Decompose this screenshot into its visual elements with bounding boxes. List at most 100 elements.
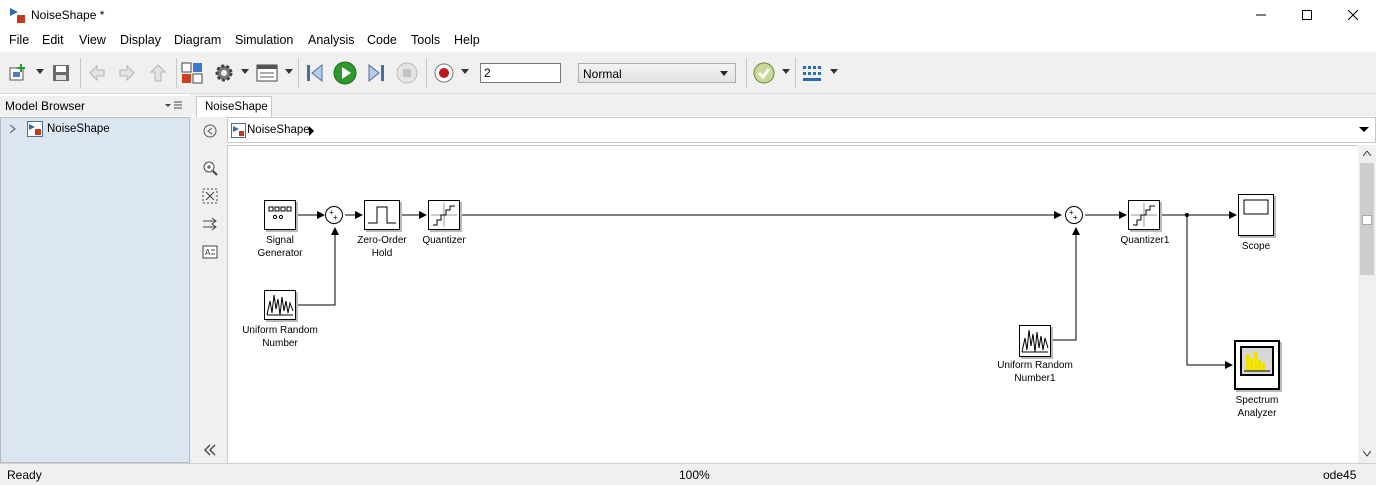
quantizer-block[interactable] bbox=[428, 200, 460, 230]
spectrum-analyzer-block[interactable] bbox=[1234, 340, 1280, 390]
browser-options-icon[interactable] bbox=[165, 101, 183, 111]
model-browser-panel: NoiseShape bbox=[0, 117, 190, 463]
record-dropdown[interactable] bbox=[461, 69, 469, 74]
save-button[interactable] bbox=[49, 61, 73, 85]
tab-noiseshape[interactable]: NoiseShape bbox=[196, 96, 272, 117]
quantizer1-block[interactable] bbox=[1128, 200, 1160, 230]
window-title: NoiseShape * bbox=[31, 8, 105, 22]
collapse-icon[interactable] bbox=[202, 442, 218, 458]
model-browser-title: Model Browser bbox=[5, 99, 86, 113]
back-icon bbox=[89, 64, 105, 82]
solver-name[interactable]: ode45 bbox=[1323, 468, 1356, 482]
quantizer1-label: Quantizer1 bbox=[1120, 235, 1170, 246]
breadcrumb-model[interactable]: NoiseShape bbox=[247, 124, 310, 136]
scroll-down-icon[interactable] bbox=[1363, 451, 1371, 457]
stop-time-input[interactable] bbox=[480, 63, 561, 83]
annotation-icon[interactable]: A bbox=[202, 244, 218, 260]
menu-code[interactable]: Code bbox=[367, 33, 397, 47]
zoh-icon bbox=[368, 206, 396, 224]
menu-diagram[interactable]: Diagram bbox=[174, 33, 221, 47]
spectrum-icon bbox=[1240, 346, 1274, 376]
forward-icon bbox=[119, 64, 135, 82]
signal-lines bbox=[296, 211, 1237, 369]
scope-label: Scope bbox=[1241, 241, 1271, 252]
build-icon bbox=[803, 66, 821, 81]
quantizer-label: Quantizer bbox=[422, 235, 466, 246]
chevron-down-icon bbox=[720, 71, 728, 76]
check-dropdown[interactable] bbox=[782, 69, 790, 74]
model-explorer-dropdown[interactable] bbox=[285, 69, 293, 74]
menu-edit[interactable]: Edit bbox=[42, 33, 64, 47]
step-forward-button[interactable] bbox=[364, 61, 388, 85]
back-button[interactable] bbox=[85, 61, 109, 85]
library-browser-icon bbox=[181, 62, 203, 84]
chevron-right-icon[interactable] bbox=[9, 124, 17, 134]
sum-block[interactable]: + + bbox=[325, 206, 343, 224]
address-bar: NoiseShape bbox=[227, 117, 1376, 143]
library-browser-button[interactable] bbox=[180, 61, 204, 85]
signal-routing-icon[interactable] bbox=[202, 216, 218, 232]
noise-icon bbox=[266, 294, 294, 316]
menu-bar: File Edit View Display Diagram Simulatio… bbox=[0, 30, 1376, 52]
build-button[interactable] bbox=[800, 61, 824, 85]
check-button[interactable] bbox=[752, 61, 776, 85]
model-explorer-button[interactable] bbox=[255, 61, 279, 85]
title-bar: NoiseShape * bbox=[0, 0, 1376, 30]
zero-order-hold-block[interactable] bbox=[364, 200, 400, 230]
status-text: Ready bbox=[7, 468, 42, 482]
menu-view[interactable]: View bbox=[79, 33, 106, 47]
status-bar: Ready 100% ode45 bbox=[0, 463, 1376, 485]
scope-block[interactable] bbox=[1238, 194, 1274, 236]
zoom-level: 100% bbox=[679, 468, 710, 482]
sum-block-2[interactable]: + + bbox=[1065, 206, 1083, 224]
zoom-icon[interactable] bbox=[202, 160, 218, 176]
uniform-random1-block[interactable] bbox=[1019, 325, 1051, 357]
simulation-mode-select[interactable]: Normal bbox=[578, 63, 736, 83]
record-button[interactable] bbox=[432, 61, 456, 85]
canvas-toolbar: A bbox=[190, 117, 227, 463]
menu-tools[interactable]: Tools bbox=[411, 33, 440, 47]
scroll-up-icon[interactable] bbox=[1363, 151, 1371, 157]
noise-icon bbox=[1021, 329, 1049, 353]
menu-file[interactable]: File bbox=[9, 33, 29, 47]
minimize-button[interactable] bbox=[1238, 0, 1284, 30]
simulation-mode-value: Normal bbox=[583, 67, 622, 81]
stop-button[interactable] bbox=[395, 61, 419, 85]
record-icon bbox=[434, 63, 454, 83]
simulink-app-icon bbox=[10, 8, 25, 23]
breadcrumb-arrow-icon bbox=[309, 126, 314, 136]
tree-item-noiseshape[interactable]: NoiseShape bbox=[9, 121, 110, 137]
forward-button[interactable] bbox=[115, 61, 139, 85]
build-dropdown[interactable] bbox=[830, 69, 838, 74]
up-button[interactable] bbox=[146, 61, 170, 85]
fit-to-view-icon[interactable] bbox=[202, 188, 218, 204]
diagram-canvas[interactable]: Signal Generator Uniform Random Number +… bbox=[227, 145, 1358, 463]
maximize-button[interactable] bbox=[1284, 0, 1330, 30]
run-button[interactable] bbox=[333, 61, 357, 85]
new-model-dropdown[interactable] bbox=[36, 69, 44, 74]
menu-help[interactable]: Help bbox=[454, 33, 480, 47]
uniform-random-label: Uniform Random Number bbox=[242, 325, 318, 349]
scope-icon bbox=[1243, 199, 1269, 215]
uniform-random-block[interactable] bbox=[264, 290, 296, 320]
menu-display[interactable]: Display bbox=[120, 33, 161, 47]
hide-browser-icon[interactable] bbox=[202, 123, 218, 139]
gear-icon bbox=[215, 64, 233, 82]
menu-simulation[interactable]: Simulation bbox=[235, 33, 293, 47]
chevron-down-icon[interactable] bbox=[1359, 126, 1369, 134]
scroll-marker bbox=[1362, 215, 1372, 225]
staircase-icon bbox=[431, 203, 457, 227]
close-icon bbox=[1347, 9, 1359, 21]
model-config-dropdown[interactable] bbox=[241, 69, 249, 74]
vertical-scrollbar[interactable] bbox=[1358, 145, 1376, 463]
new-model-button[interactable] bbox=[6, 61, 30, 85]
menu-analysis[interactable]: Analysis bbox=[308, 33, 355, 47]
signal-generator-block[interactable] bbox=[264, 200, 296, 230]
step-back-icon bbox=[307, 63, 323, 83]
tab-row: NoiseShape bbox=[190, 94, 1376, 117]
close-button[interactable] bbox=[1330, 0, 1376, 30]
step-back-button[interactable] bbox=[303, 61, 327, 85]
up-icon bbox=[149, 64, 167, 82]
model-config-button[interactable] bbox=[212, 61, 236, 85]
save-icon bbox=[53, 65, 69, 81]
